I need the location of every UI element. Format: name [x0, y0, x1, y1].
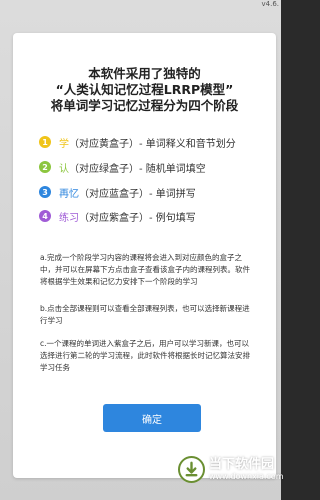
note-c: c.一个课程的单词进入紫盒子之后，用户可以学习新课，也可以选择进行第二轮的学习流…: [40, 339, 250, 372]
stage-item-4: 4 练习 （对应紫盒子）- 例句填写: [39, 208, 196, 224]
stage-number-badge: 2: [39, 161, 51, 173]
stage-desc: （对应紫盒子）- 例句填写: [79, 212, 196, 224]
stage-key: 学: [59, 138, 69, 150]
stage-number-badge: 4: [39, 210, 51, 222]
stage-key: 再忆: [59, 188, 79, 200]
title-line: 本软件采用了独特的: [88, 66, 201, 81]
watermark-url: www.downxia.com: [209, 472, 284, 481]
stage-number-badge: 1: [39, 136, 51, 148]
watermark: 当下软件园 www.downxia.com: [178, 456, 284, 483]
stage-desc: （对应蓝盒子）- 单词拼写: [79, 188, 196, 200]
stage-number-badge: 3: [39, 186, 51, 198]
stage-desc: （对应黄盒子）- 单词释义和音节划分: [69, 138, 236, 150]
watermark-logo-icon: [178, 456, 205, 483]
stage-key: 认: [59, 163, 69, 175]
watermark-name: 当下软件园: [209, 457, 275, 472]
confirm-button[interactable]: 确定: [103, 404, 201, 432]
stage-desc: （对应绿盒子）- 随机单词填空: [69, 163, 206, 175]
stage-item-1: 1 学 （对应黄盒子）- 单词释义和音节划分: [39, 134, 236, 150]
stage-item-2: 2 认 （对应绿盒子）- 随机单词填空: [39, 159, 206, 175]
title-line: “人类认知记忆过程LRRP模型”: [55, 82, 234, 97]
stage-key: 练习: [59, 212, 79, 224]
dialog-title: 本软件采用了独特的 “人类认知记忆过程LRRP模型” 将单词学习记忆过程分为四个…: [13, 66, 276, 114]
title-line: 将单词学习记忆过程分为四个阶段: [50, 98, 239, 113]
note-a: a.完成一个阶段学习内容的课程将会进入到对应颜色的盒子之中，并可以在屏幕下方点击…: [40, 253, 250, 286]
note-b: b.点击全部课程则可以查看全部课程列表，也可以选择新课程进行学习: [40, 304, 250, 325]
version-label: v4.6.: [261, 0, 280, 8]
stage-item-3: 3 再忆 （对应蓝盒子）- 单词拼写: [39, 184, 196, 200]
intro-dialog: 本软件采用了独特的 “人类认知记忆过程LRRP模型” 将单词学习记忆过程分为四个…: [13, 33, 276, 478]
